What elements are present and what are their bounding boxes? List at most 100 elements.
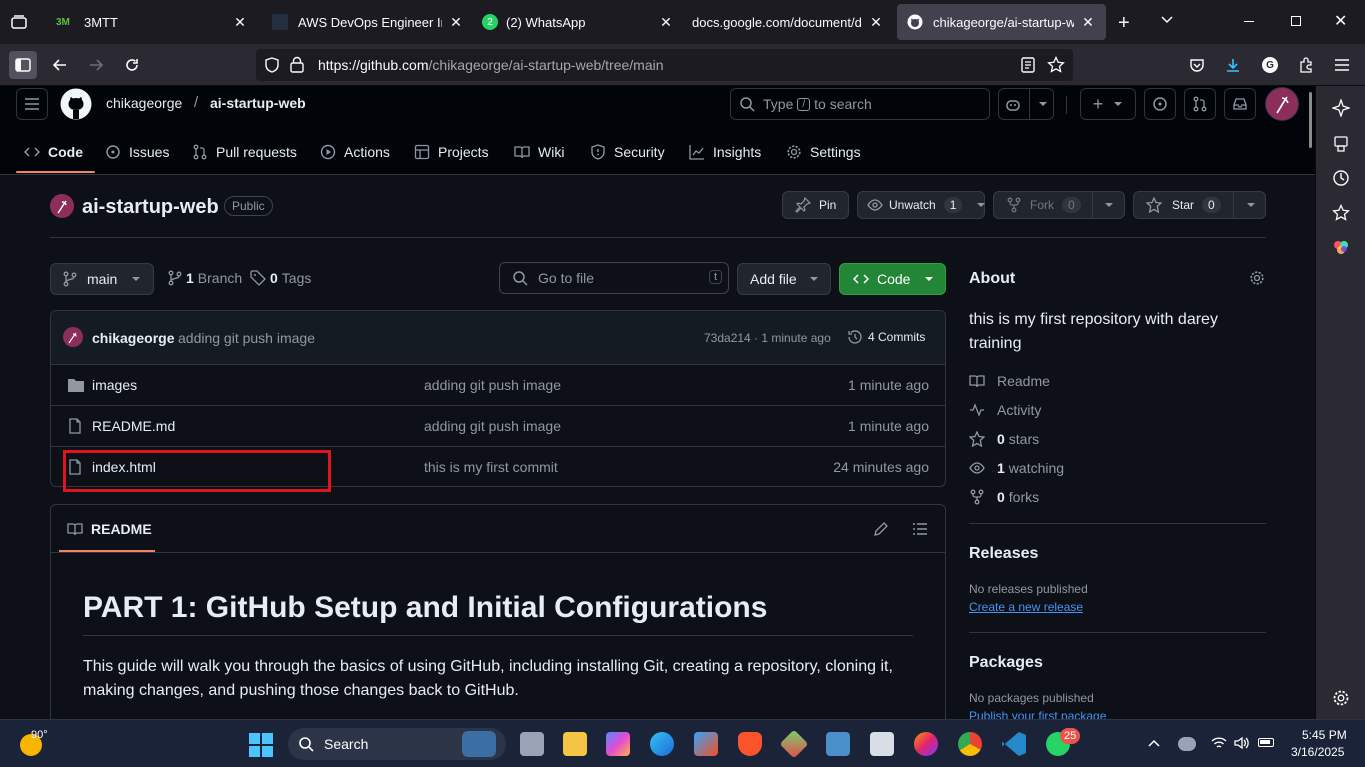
- copilot-app-icon[interactable]: [606, 732, 630, 756]
- wifi-icon[interactable]: [1211, 736, 1227, 750]
- window-close-icon[interactable]: ✕: [1334, 11, 1347, 31]
- battery-icon[interactable]: [1258, 738, 1274, 747]
- history-icon[interactable]: [1331, 168, 1351, 188]
- add-file-button[interactable]: Add file: [737, 263, 831, 295]
- clock-date[interactable]: 3/16/2025: [1291, 745, 1344, 759]
- sidebar-toggle-icon[interactable]: [9, 51, 37, 79]
- tab-github[interactable]: chikageorge/ai-startup-web ✕: [897, 4, 1106, 40]
- issues-icon[interactable]: [1144, 88, 1176, 120]
- readme-tab[interactable]: README: [67, 521, 152, 537]
- readme-link[interactable]: Readme: [969, 371, 1050, 391]
- commit-author[interactable]: chikageorge: [92, 330, 174, 346]
- publish-package-link[interactable]: Publish your first package: [969, 709, 1106, 719]
- close-icon[interactable]: ✕: [232, 14, 248, 31]
- tab-projects[interactable]: Projects: [414, 141, 489, 163]
- stars-link[interactable]: 0 stars: [969, 429, 1039, 449]
- close-icon[interactable]: ✕: [868, 14, 884, 31]
- shield-icon[interactable]: [264, 57, 280, 73]
- chevron-up-icon[interactable]: [1148, 738, 1160, 748]
- create-new-button[interactable]: +: [1080, 88, 1136, 120]
- page-scrollbar[interactable]: [1309, 92, 1312, 148]
- close-icon[interactable]: ✕: [1080, 14, 1096, 31]
- vscode-icon[interactable]: [1002, 732, 1026, 756]
- tab-issues[interactable]: Issues: [105, 141, 169, 163]
- file-name[interactable]: README.md: [92, 418, 175, 434]
- weather-temp[interactable]: 90°: [31, 729, 48, 741]
- microsoft-store-icon[interactable]: [694, 732, 718, 756]
- branches-link[interactable]: 1 Branch: [168, 270, 242, 286]
- tab-aws[interactable]: AWS DevOps Engineer Indust ✕: [262, 4, 474, 40]
- forward-icon[interactable]: [82, 51, 110, 79]
- fork-button[interactable]: Fork 0: [993, 191, 1125, 219]
- avatar[interactable]: [1265, 87, 1299, 121]
- commit-sha-time[interactable]: 73da214 · 1 minute ago: [704, 331, 831, 345]
- close-icon[interactable]: ✕: [448, 14, 464, 31]
- taskbar-search-input[interactable]: Search: [288, 728, 506, 760]
- outline-list-icon[interactable]: [912, 521, 928, 537]
- bookmarks-star-icon[interactable]: [1331, 203, 1351, 223]
- table-row[interactable]: images adding git push image 1 minute ag…: [51, 364, 945, 405]
- star-button[interactable]: Star 0: [1133, 191, 1266, 219]
- clock-time[interactable]: 5:45 PM: [1302, 728, 1347, 742]
- git-icon[interactable]: [779, 729, 809, 759]
- tab-pull-requests[interactable]: Pull requests: [192, 141, 297, 163]
- hamburger-icon[interactable]: [16, 88, 48, 120]
- volume-icon[interactable]: [1234, 736, 1250, 750]
- download-icon[interactable]: [1219, 51, 1247, 79]
- releases-title[interactable]: Releases: [969, 545, 1038, 563]
- synced-tabs-icon[interactable]: [1331, 134, 1351, 154]
- file-name[interactable]: images: [92, 377, 137, 393]
- bookmark-star-icon[interactable]: [1047, 56, 1065, 74]
- chrome-icon[interactable]: [958, 732, 982, 756]
- brave-icon[interactable]: [738, 732, 762, 756]
- commit-message[interactable]: adding git push image: [178, 330, 315, 346]
- reader-view-icon[interactable]: [1020, 57, 1036, 73]
- unwatch-button[interactable]: Unwatch 1: [857, 191, 986, 219]
- copilot-button[interactable]: [998, 88, 1054, 120]
- menu-icon[interactable]: [1328, 51, 1356, 79]
- code-button[interactable]: Code: [839, 263, 946, 295]
- pin-button[interactable]: Pin: [782, 191, 849, 219]
- restore-icon[interactable]: [1291, 16, 1301, 26]
- owner-link[interactable]: chikageorge: [106, 95, 182, 111]
- ai-chat-icon[interactable]: [1331, 98, 1351, 118]
- firefox-icon[interactable]: [914, 732, 938, 756]
- edge-icon[interactable]: [650, 732, 674, 756]
- repo-link[interactable]: ai-startup-web: [210, 95, 306, 111]
- commits-link[interactable]: 4 Commits: [847, 329, 925, 345]
- branch-selector[interactable]: main: [50, 263, 154, 295]
- pocket-icon[interactable]: [1183, 51, 1211, 79]
- file-commit-message[interactable]: adding git push image: [424, 418, 561, 434]
- snipping-tool-icon[interactable]: [870, 732, 894, 756]
- avatar[interactable]: [63, 327, 83, 347]
- forks-link[interactable]: 0 forks: [969, 487, 1039, 507]
- chevron-down-icon[interactable]: [1160, 12, 1174, 26]
- task-view-icon[interactable]: [520, 732, 544, 756]
- tab-actions[interactable]: Actions: [320, 141, 390, 163]
- activity-link[interactable]: Activity: [969, 400, 1041, 420]
- watching-link[interactable]: 1 watching: [969, 458, 1064, 478]
- cloud-icon[interactable]: [1178, 737, 1196, 751]
- tab-whatsapp[interactable]: 2 (2) WhatsApp ✕: [472, 4, 684, 40]
- inbox-icon[interactable]: [1224, 88, 1256, 120]
- tab-security[interactable]: Security: [590, 141, 665, 163]
- url-bar[interactable]: https://github.com/chikageorge/ai-startu…: [256, 49, 1073, 81]
- tab-3mtt[interactable]: 3M 3MTT ✕: [46, 4, 258, 40]
- new-tab-icon[interactable]: +: [1118, 12, 1130, 35]
- minimize-icon[interactable]: [1244, 21, 1254, 22]
- pencil-icon[interactable]: [873, 521, 889, 537]
- create-release-link[interactable]: Create a new release: [969, 600, 1083, 614]
- packages-title[interactable]: Packages: [969, 654, 1043, 672]
- reload-icon[interactable]: [118, 51, 146, 79]
- tab-settings[interactable]: Settings: [786, 141, 861, 163]
- tags-link[interactable]: 0 Tags: [250, 270, 311, 286]
- tab-list-icon[interactable]: [10, 13, 28, 31]
- file-commit-message[interactable]: this is my first commit: [424, 459, 558, 475]
- lock-icon[interactable]: [290, 56, 304, 73]
- close-icon[interactable]: ✕: [658, 14, 674, 31]
- repo-title[interactable]: ai-startup-web: [82, 196, 219, 219]
- back-icon[interactable]: [46, 51, 74, 79]
- pull-requests-icon[interactable]: [1184, 88, 1216, 120]
- tab-google-docs[interactable]: docs.google.com/document/d/1E ✕: [682, 4, 894, 40]
- file-commit-message[interactable]: adding git push image: [424, 377, 561, 393]
